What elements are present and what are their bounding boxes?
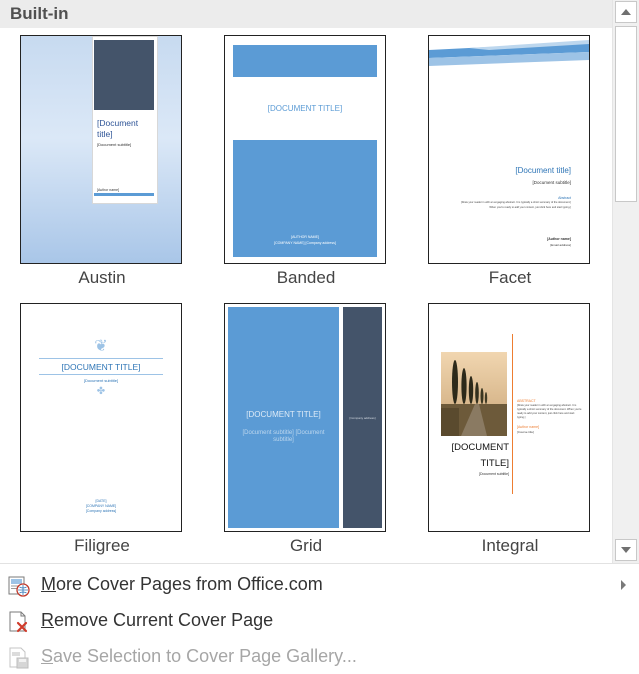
facet-subtitle-text: [Document subtitle]	[532, 180, 571, 185]
filigree-thumbnail[interactable]: ❦ [DOCUMENT TITLE] [Document subtitle] ✤…	[20, 303, 182, 532]
austin-thumbnail[interactable]: [Document title] [Document subtitle] [Au…	[20, 35, 182, 264]
facet-abstract-text-2: When you're ready to add your content, j…	[489, 206, 571, 209]
banded-author-text: [AUTHOR NAME]	[291, 235, 319, 239]
facet-title-text: [Document title]	[515, 166, 571, 175]
chevron-down-icon	[621, 547, 631, 553]
scrollbar-thumb[interactable]	[615, 26, 637, 202]
more-cover-pages-label: More Cover Pages from Office.com	[41, 574, 323, 594]
menu-separator	[0, 563, 639, 564]
integral-label: Integral	[481, 536, 539, 555]
gallery-scrollbar[interactable]	[612, 0, 639, 563]
save-selection-menu-item: Save Selection to Cover Page Gallery...	[0, 640, 639, 674]
scroll-down-button[interactable]	[615, 539, 637, 561]
integral-title-text: [DOCUMENT TITLE]	[451, 442, 509, 469]
submenu-arrow-icon	[621, 580, 626, 590]
integral-abstract-text: [Draw your reader in with an engaging ab…	[517, 404, 582, 419]
more-cover-pages-menu-item[interactable]: More Cover Pages from Office.com	[0, 568, 639, 602]
filigree-ornament-bottom: ✤	[96, 386, 106, 397]
remove-cover-page-menu-item[interactable]: Remove Current Cover Page	[0, 604, 639, 638]
filigree-label: Filigree	[74, 536, 130, 555]
office-online-cover-icon	[8, 576, 30, 597]
banded-company-text: [COMPANY NAME] [Company address]	[274, 241, 336, 245]
banded-label: Banded	[276, 268, 336, 287]
facet-header-graphic	[429, 40, 589, 66]
filigree-address-text: [Company address]	[85, 509, 117, 513]
filigree-date-text: [DATE]	[95, 499, 107, 503]
grid-subtitle-text: [Document subtitle] [Document subtitle]	[242, 430, 325, 443]
facet-thumbnail[interactable]: [Document title] [Document subtitle] Abs…	[428, 35, 590, 264]
chevron-up-icon	[621, 9, 631, 15]
integral-course-text: [Course title]	[517, 430, 534, 434]
integral-abstract-label: ABSTRACT	[517, 399, 536, 403]
save-selection-label: Save Selection to Cover Page Gallery...	[41, 646, 357, 666]
austin-label: Austin	[78, 268, 126, 287]
facet-abstract-text: [Draw your reader in with an engaging ab…	[461, 201, 571, 204]
filigree-title-text: [DOCUMENT TITLE]	[61, 362, 141, 372]
austin-author-text: [Author name]	[97, 188, 119, 192]
section-title: Built-in	[10, 4, 69, 23]
banded-title-text: [DOCUMENT TITLE]	[267, 104, 343, 113]
facet-abstract-label: Abstract	[558, 196, 571, 200]
filigree-company-text: [COMPANY NAME]	[85, 504, 117, 508]
cypress-road-photo	[441, 352, 507, 436]
grid-title-text: [DOCUMENT TITLE]	[246, 410, 321, 419]
facet-email-text: [Email address]	[550, 243, 571, 247]
integral-author-text: [Author name]	[517, 425, 539, 429]
grid-label: Grid	[289, 536, 323, 555]
save-to-gallery-icon	[9, 647, 29, 669]
scroll-up-button[interactable]	[615, 1, 637, 23]
gallery-section-header: Built-in	[0, 0, 612, 28]
austin-title-text: [Document title]	[97, 118, 139, 139]
filigree-ornament-top: ❦	[94, 338, 108, 355]
facet-label: Facet	[488, 268, 532, 287]
austin-subtitle-text: [Document subtitle]	[97, 142, 132, 147]
integral-thumbnail[interactable]: ABSTRACT [Draw your reader in with an en…	[428, 303, 590, 532]
grid-thumbnail[interactable]: [DOCUMENT TITLE] [Document subtitle] [Do…	[224, 303, 386, 532]
filigree-subtitle-text: [Document subtitle]	[83, 378, 119, 383]
grid-side-text: [Company address]	[349, 416, 376, 420]
remove-cover-page-icon	[9, 611, 28, 633]
facet-author-text: [Author name]	[547, 237, 571, 241]
integral-subtitle-text: [Document subtitle]	[479, 472, 509, 476]
remove-cover-page-label: Remove Current Cover Page	[41, 610, 274, 630]
banded-thumbnail[interactable]: [DOCUMENT TITLE] [AUTHOR NAME] [COMPANY …	[224, 35, 386, 264]
cover-page-gallery: [Document title] [Document subtitle] [Au…	[0, 28, 612, 563]
